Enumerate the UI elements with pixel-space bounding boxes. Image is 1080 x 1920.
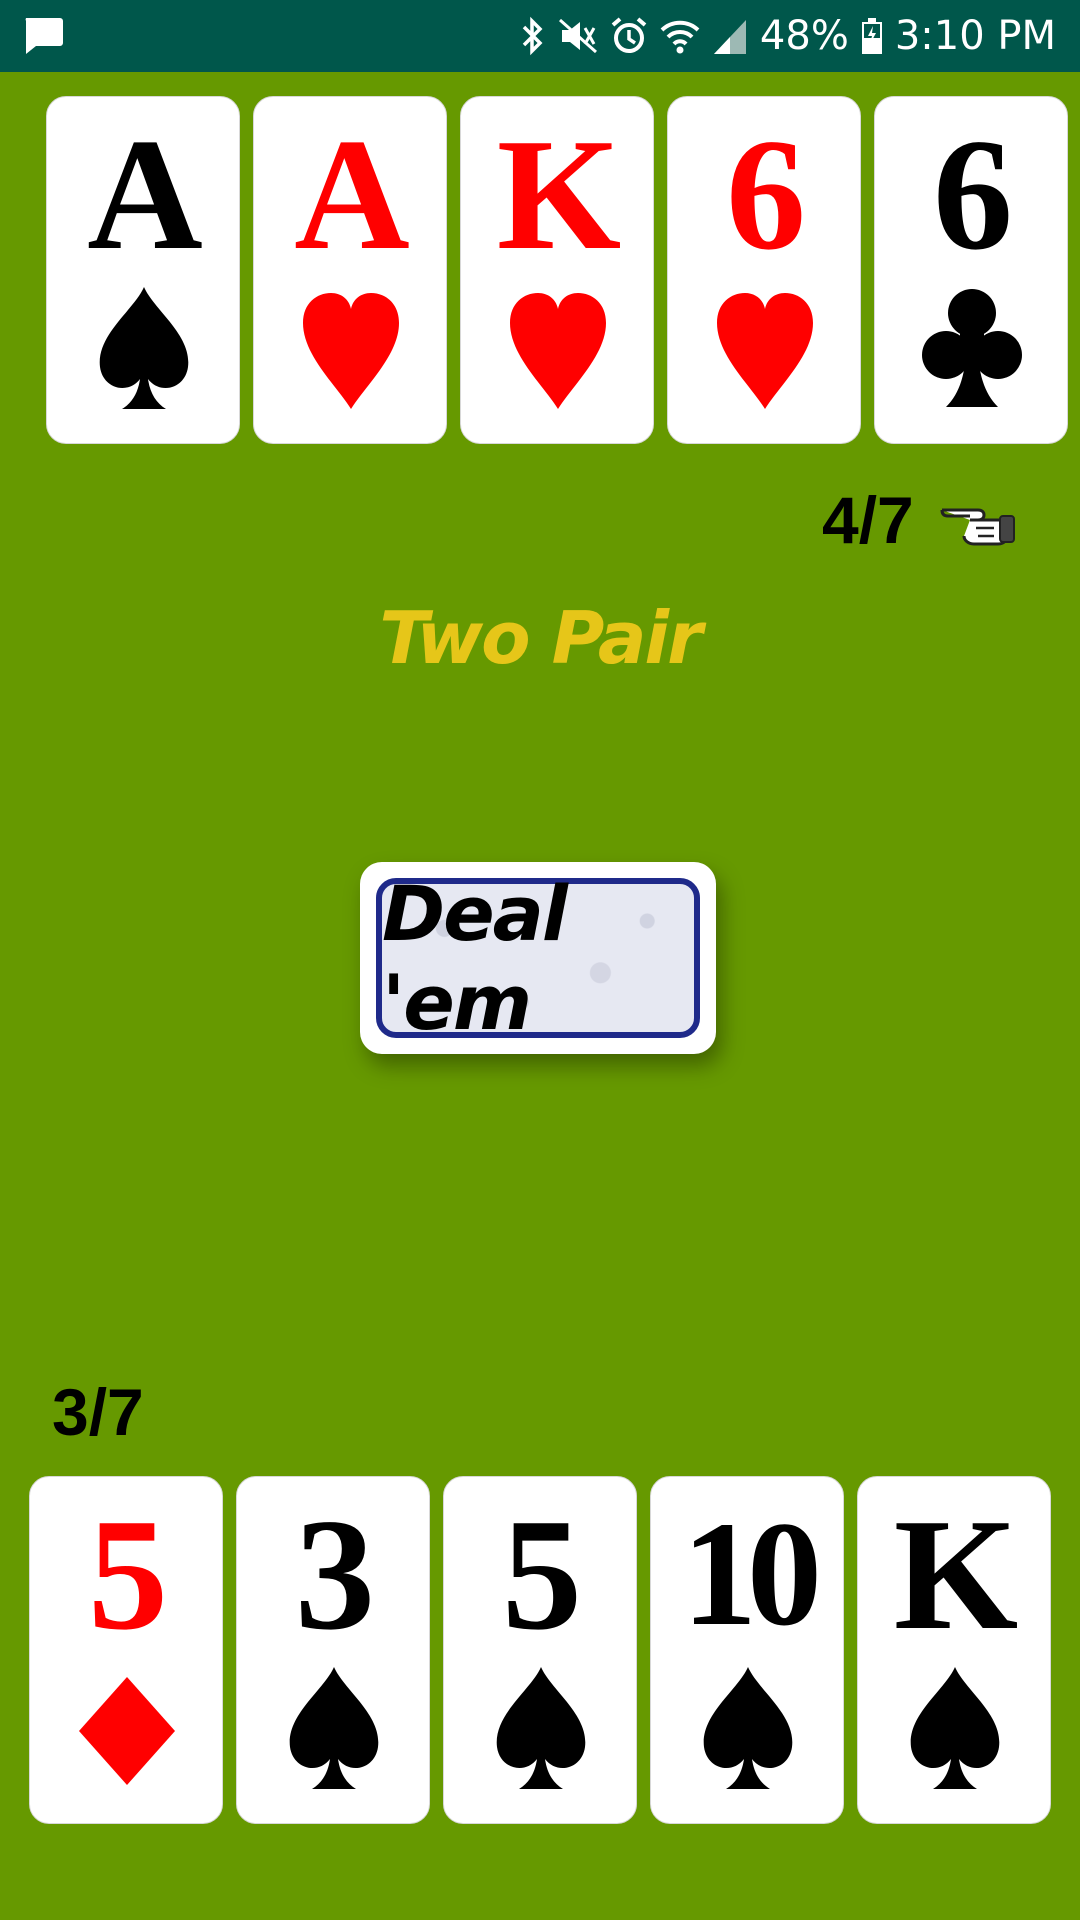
bottom-card-2[interactable]: 3 (236, 1476, 430, 1824)
top-hand-counter: 4/7 (822, 483, 914, 557)
status-bar: 48% 3:10 PM (0, 0, 1080, 72)
bottom-hand-counter: 3/7 (52, 1375, 144, 1449)
card-rank: 5 (502, 1485, 582, 1663)
card-rank: K (496, 105, 621, 283)
card-rank: A (294, 105, 410, 283)
battery-percent: 48% (759, 13, 849, 59)
signal-icon (712, 16, 748, 56)
diamond-icon (79, 1677, 175, 1785)
battery-icon (861, 16, 883, 56)
deal-button[interactable]: Deal 'em (360, 862, 716, 1054)
top-card-3[interactable]: K (460, 96, 654, 444)
card-rank: A (87, 105, 203, 283)
spade-icon (99, 287, 189, 409)
heart-icon (717, 293, 813, 409)
top-card-2[interactable]: A (253, 96, 447, 444)
bluetooth-icon (520, 16, 546, 56)
deal-button-face[interactable]: Deal 'em (376, 869, 700, 1047)
bottom-card-4[interactable]: 10 (650, 1476, 844, 1824)
wifi-icon (660, 16, 700, 56)
deal-button-label: Deal 'em (382, 869, 568, 1047)
card-rank: 6 (933, 105, 1013, 283)
spade-icon (910, 1667, 1000, 1789)
bottom-card-5[interactable]: K (857, 1476, 1051, 1824)
bottom-card-3[interactable]: 5 (443, 1476, 637, 1824)
top-card-1[interactable]: A (46, 96, 240, 444)
hand-result-label: Two Pair (379, 596, 702, 680)
card-rank: 3 (295, 1485, 375, 1663)
card-rank: 6 (726, 105, 806, 283)
top-card-5[interactable]: 6 (874, 96, 1068, 444)
message-icon (22, 16, 64, 61)
bottom-hand: 5 3 5 10 K (29, 1476, 1051, 1824)
spade-icon (496, 1667, 586, 1789)
bottom-card-1[interactable]: 5 (29, 1476, 223, 1824)
top-hand: A A K 6 6 (46, 96, 1068, 444)
card-rank: K (893, 1485, 1018, 1663)
heart-icon (303, 293, 399, 409)
spade-icon (703, 1667, 793, 1789)
club-icon (922, 289, 1022, 407)
top-card-4[interactable]: 6 (667, 96, 861, 444)
mute-vibrate-icon (558, 16, 598, 56)
spade-icon (289, 1667, 379, 1789)
heart-icon (510, 293, 606, 409)
pointing-hand-icon (940, 496, 1016, 553)
alarm-icon (610, 16, 648, 56)
card-rank: 5 (88, 1485, 168, 1663)
status-time: 3:10 PM (894, 13, 1056, 59)
card-rank: 10 (682, 1491, 822, 1657)
